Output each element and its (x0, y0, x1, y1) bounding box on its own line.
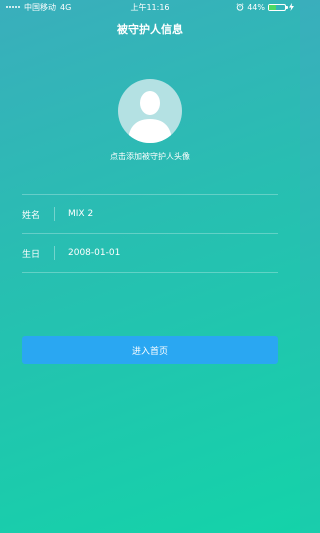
status-bar: 中国移动 4G 上午11:16 44% (0, 0, 300, 14)
guardian-info-form: 姓名 MIX 2 生日 2008-01-01 (22, 194, 278, 273)
status-right: 44% (236, 3, 294, 12)
birthday-row[interactable]: 生日 2008-01-01 (22, 234, 278, 272)
battery-fill (269, 4, 277, 10)
avatar-caption[interactable]: 点击添加被守护人头像 (0, 151, 300, 162)
battery-icon (268, 3, 288, 11)
status-time: 上午11:16 (130, 2, 170, 12)
carrier-name: 中国移动 (24, 2, 56, 12)
birthday-value[interactable]: 2008-01-01 (68, 248, 120, 258)
divider (22, 272, 278, 273)
user-silhouette-icon (118, 79, 182, 143)
page-title: 被守护人信息 (117, 23, 183, 36)
name-label: 姓名 (22, 210, 41, 221)
enter-home-button[interactable]: 进入首页 (22, 336, 278, 364)
signal-strength-icon (6, 6, 20, 8)
alarm-icon (236, 3, 244, 11)
name-row[interactable]: 姓名 MIX 2 (22, 195, 278, 233)
birthday-label: 生日 (22, 249, 41, 260)
name-value[interactable]: MIX 2 (68, 209, 93, 219)
field-separator (54, 207, 55, 221)
avatar-upload[interactable] (118, 79, 182, 143)
status-left: 中国移动 4G (6, 2, 71, 13)
network-type: 4G (60, 2, 72, 12)
charging-icon (289, 3, 294, 11)
battery-percent: 44% (247, 2, 265, 12)
field-separator (54, 246, 55, 260)
